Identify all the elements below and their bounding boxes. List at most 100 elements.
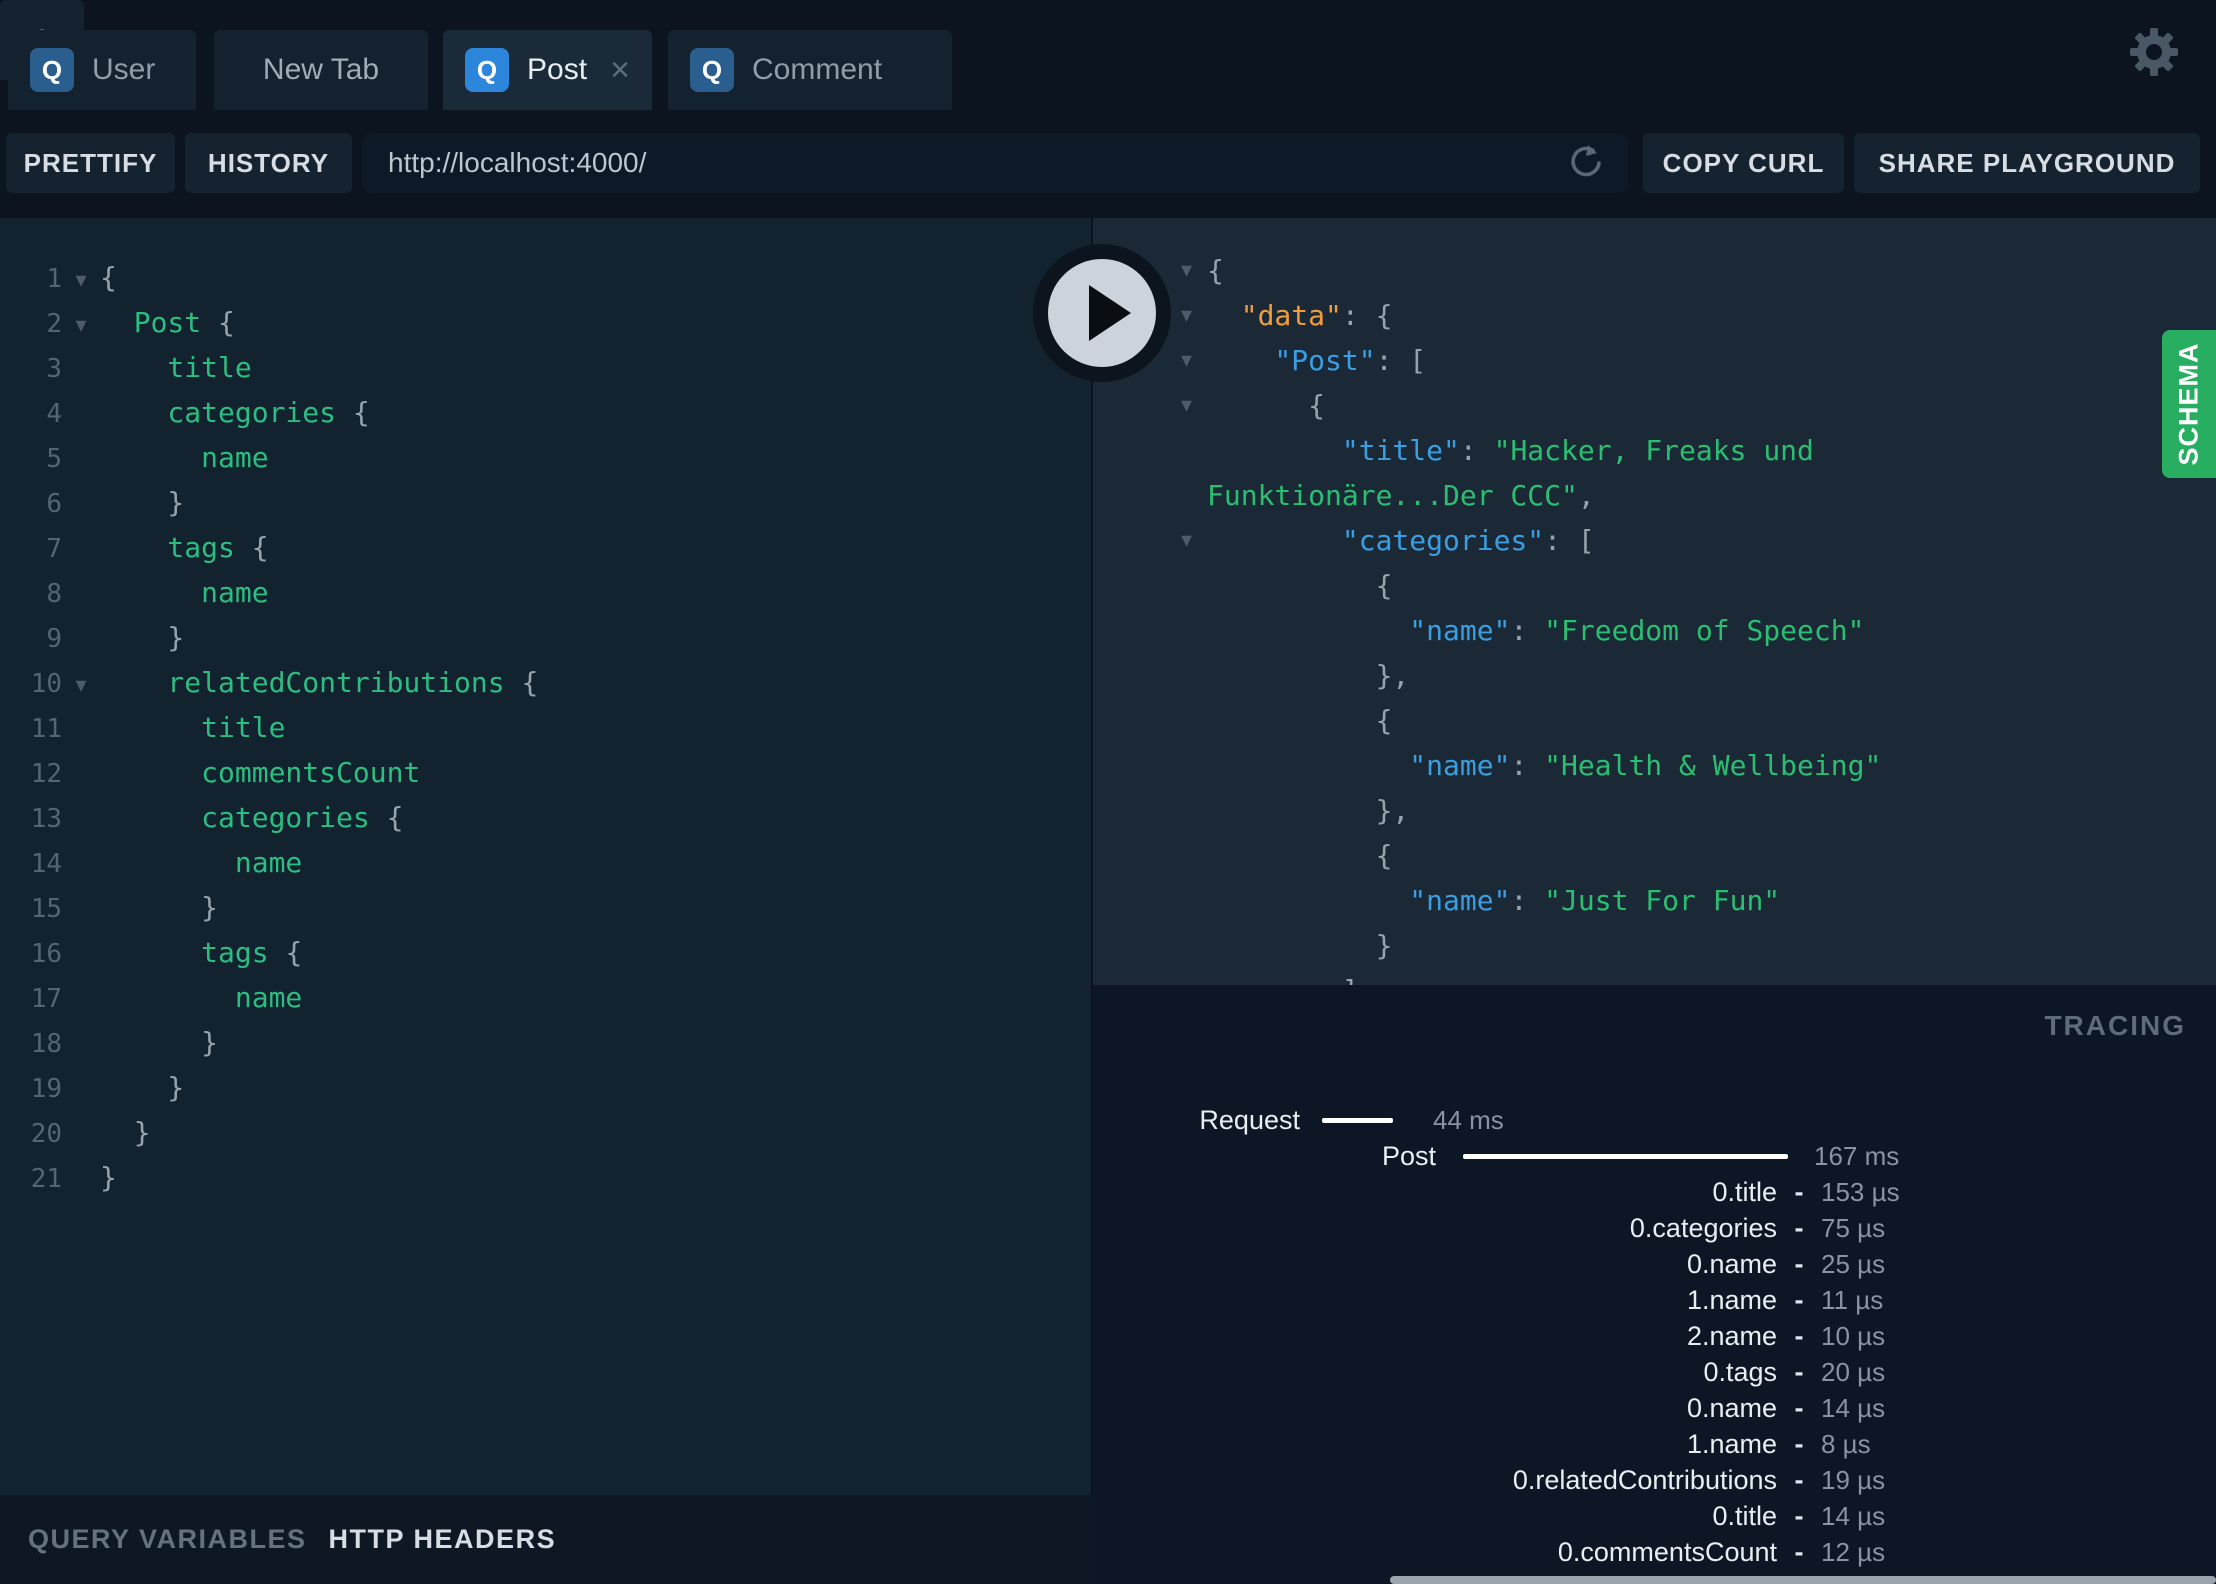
code-segment: {	[1207, 704, 1393, 737]
fold-arrow-icon[interactable]: ▾	[75, 673, 86, 698]
code-segment: },	[1207, 659, 1410, 692]
code-segment: name	[100, 846, 303, 879]
trace-time: 25 µs	[1821, 1248, 1886, 1279]
response-line: {	[1207, 698, 2206, 743]
line-number: 11	[30, 714, 62, 744]
trace-row: 0.name -14 µs	[1093, 1390, 2216, 1426]
fold-slot: ▾	[62, 300, 100, 348]
trace-label: 0.categories	[1629, 1212, 1777, 1243]
editor-line-code: tags {	[100, 930, 302, 975]
code-segment: tags	[100, 531, 252, 564]
code-segment: "categories"	[1207, 524, 1545, 557]
line-number: 18	[30, 1029, 62, 1059]
response-line: "name": "Just For Fun"	[1207, 878, 2206, 923]
trace-label: 0.title	[1712, 1500, 1777, 1531]
code-segment: relatedContributions	[100, 666, 522, 699]
editor-line-code: categories {	[100, 390, 369, 435]
endpoint-url-input[interactable]: http://localhost:4000/	[362, 133, 1628, 193]
code-segment: "title"	[1207, 434, 1460, 467]
copy-curl-button[interactable]: COPY CURL	[1643, 133, 1844, 193]
response-pane: ▾{▾ "data": {▾ "Post": [▾ { "title": "Ha…	[1093, 218, 2216, 985]
code-segment: {	[1207, 839, 1393, 872]
editor-line: 21}	[0, 1155, 1093, 1200]
trace-label: 1.name	[1686, 1428, 1777, 1459]
response-line: ▾{	[1181, 248, 2206, 293]
code-segment: {	[100, 261, 117, 294]
fold-arrow-icon[interactable]: ▾	[75, 268, 86, 293]
trace-label: 0.commentsCount	[1557, 1536, 1777, 1567]
reload-schema-icon[interactable]	[1564, 141, 1608, 185]
trace-row: 0.commentsCount -12 µs	[1093, 1534, 2216, 1570]
tab-post[interactable]: Q Post ×	[443, 30, 652, 110]
editor-line-code: }	[100, 480, 184, 525]
code-segment: }	[100, 1116, 151, 1149]
editor-line-code: title	[100, 345, 251, 390]
editor-line-code: }	[100, 1155, 117, 1200]
trace-time: 12 µs	[1821, 1536, 1886, 1567]
trace-row: 2.name -10 µs	[1093, 1318, 2216, 1354]
endpoint-url-value: http://localhost:4000/	[388, 147, 647, 178]
fold-slot: ▾	[62, 255, 100, 303]
trace-dash: -	[1794, 1356, 1804, 1387]
editor-line: 4 categories {	[0, 390, 1093, 435]
line-number: 10	[30, 669, 62, 699]
code-segment: {	[386, 801, 404, 834]
trace-dash: -	[1794, 1212, 1804, 1243]
editor-line: 15 }	[0, 885, 1093, 930]
trace-row-post: Post 167 ms	[1093, 1138, 2216, 1174]
trace-dash: -	[1794, 1536, 1804, 1567]
prettify-button[interactable]: PRETTIFY	[6, 133, 175, 193]
tab-new-tab[interactable]: New Tab	[214, 30, 428, 110]
trace-dash: -	[1794, 1500, 1804, 1531]
trace-label: 0.title	[1712, 1176, 1777, 1207]
tracing-rows: Request 44 ms Post 167 ms 0.title -153 µs…	[1093, 1102, 2216, 1570]
response-line: {	[1207, 833, 2206, 878]
query-variables-tab[interactable]: QUERY VARIABLES	[28, 1524, 307, 1555]
code-segment: commentsCount	[100, 756, 421, 789]
query-editor-pane[interactable]: 1 ▾{2 ▾ Post {3 title 4 categories {5 name 6…	[0, 218, 1093, 1495]
close-tab-icon[interactable]: ×	[596, 53, 630, 87]
trace-time: 167 ms	[1814, 1140, 1900, 1171]
editor-line: 5 name	[0, 435, 1093, 480]
code-segment: categories	[100, 801, 387, 834]
line-number: 17	[30, 984, 62, 1014]
fold-arrow-icon[interactable]: ▾	[1181, 338, 1192, 383]
tracing-scrollbar[interactable]	[1390, 1576, 2216, 1584]
trace-time: 153 µs	[1821, 1176, 1900, 1207]
schema-tab[interactable]: SCHEMA	[2162, 330, 2216, 478]
tab-user[interactable]: Q User	[8, 30, 196, 110]
fold-arrow-icon[interactable]: ▾	[1181, 518, 1192, 563]
trace-time: 8 µs	[1821, 1428, 1871, 1459]
response-line: }	[1207, 923, 2206, 968]
response-line: "name": "Freedom of Speech"	[1207, 608, 2206, 653]
history-button[interactable]: HISTORY	[185, 133, 352, 193]
fold-arrow-icon[interactable]: ▾	[1181, 293, 1192, 338]
schema-tab-label: SCHEMA	[2173, 342, 2204, 466]
settings-gear-icon[interactable]	[2126, 24, 2182, 80]
code-segment: Post	[100, 306, 219, 339]
share-playground-button[interactable]: SHARE PLAYGROUND	[1854, 133, 2200, 193]
bottom-bar: QUERY VARIABLES HTTP HEADERS	[0, 1495, 1093, 1584]
fold-arrow-icon[interactable]: ▾	[75, 313, 86, 338]
editor-line-code: Post {	[100, 300, 235, 345]
code-segment: ,	[1577, 479, 1595, 512]
code-segment: "data"	[1207, 299, 1342, 332]
fold-arrow-icon[interactable]: ▾	[1181, 248, 1192, 293]
response-line: {	[1207, 563, 2206, 608]
code-segment: }	[100, 486, 185, 519]
trace-dash: -	[1794, 1464, 1804, 1495]
tab-comment[interactable]: Q Comment	[668, 30, 952, 110]
trace-label: 0.name	[1686, 1392, 1777, 1423]
tab-label: Comment	[752, 53, 883, 86]
trace-time: 75 µs	[1821, 1212, 1886, 1243]
trace-row: 0.relatedContributions -19 µs	[1093, 1462, 2216, 1498]
trace-time: 14 µs	[1821, 1392, 1886, 1423]
http-headers-tab[interactable]: HTTP HEADERS	[329, 1524, 557, 1555]
editor-line: 19 }	[0, 1065, 1093, 1110]
execute-query-button[interactable]	[1032, 243, 1172, 383]
editor-line: 7 tags {	[0, 525, 1093, 570]
line-number: 14	[30, 849, 62, 879]
fold-arrow-icon[interactable]: ▾	[1181, 383, 1192, 428]
trace-row-request: Request 44 ms	[1093, 1102, 2216, 1138]
tab-bar-tabs: Q User New Tab Q Post × Q Comment	[8, 30, 972, 110]
